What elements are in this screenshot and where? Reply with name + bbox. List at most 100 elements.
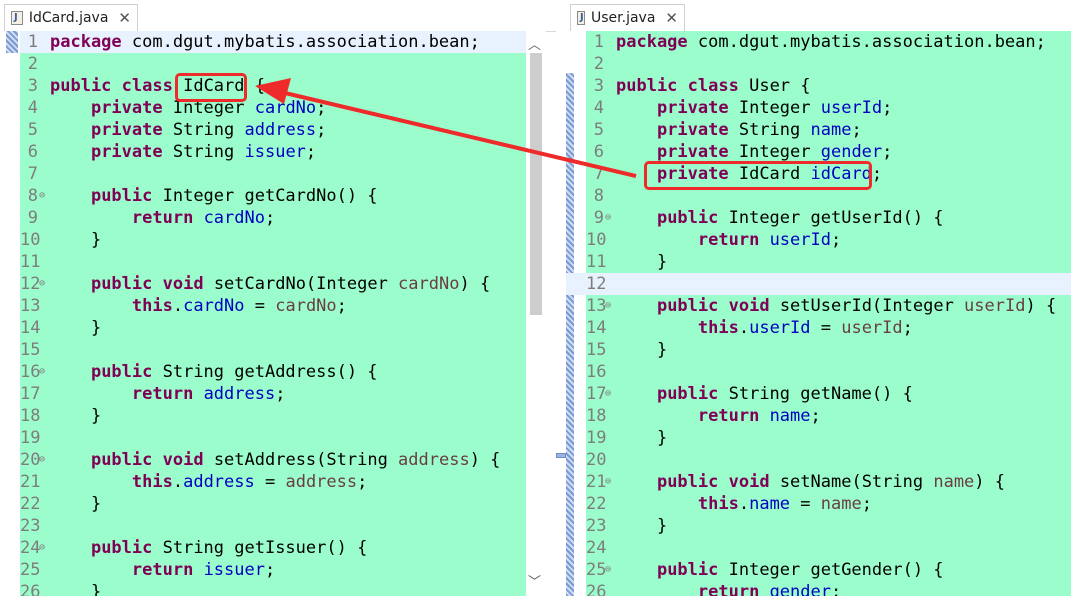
code-line[interactable]: 24 ⊖ public String getIssuer() {: [20, 537, 526, 559]
fold-collapse-icon[interactable]: ⊖: [605, 383, 611, 405]
code-line[interactable]: 16: [586, 361, 1071, 383]
code-token: =: [790, 494, 821, 514]
code-token: ;: [305, 142, 317, 162]
code-line[interactable]: 12: [566, 273, 1071, 295]
code-line[interactable]: 1 package com.dgut.mybatis.association.be…: [20, 31, 526, 53]
code-line[interactable]: 2: [20, 53, 526, 75]
code-line[interactable]: 14 this.userId = userId;: [586, 317, 1071, 339]
code-editor[interactable]: 1 package com.dgut.mybatis.association.be…: [0, 31, 526, 596]
code-token: ) {: [459, 274, 491, 294]
fold-collapse-icon[interactable]: ⊖: [605, 207, 611, 229]
code-line[interactable]: 6 private String issuer;: [20, 141, 526, 163]
code-line[interactable]: 4 private Integer userId;: [586, 97, 1071, 119]
code-token: issuer: [203, 560, 265, 580]
code-line[interactable]: 2: [586, 53, 1071, 75]
code-token: return: [131, 208, 194, 228]
scrollbar-thumb[interactable]: [530, 53, 542, 315]
scroll-down-icon[interactable]: ﹀: [528, 571, 541, 590]
fold-collapse-icon[interactable]: ⊖: [39, 273, 45, 295]
fold-collapse-icon[interactable]: ⊖: [605, 471, 611, 493]
code-line[interactable]: 9 return cardNo;: [20, 207, 526, 229]
fold-collapse-icon[interactable]: ⊖: [605, 295, 611, 317]
code-token: name: [810, 120, 852, 140]
vertical-scrollbar[interactable]: ︿ ﹀: [526, 31, 546, 596]
code-line[interactable]: 3 public class IdCard {: [20, 75, 526, 97]
code-line[interactable]: 21 ⊖ public void setName(String name) {: [586, 471, 1071, 493]
code-line[interactable]: 7: [20, 163, 526, 185]
code-line[interactable]: 26 }: [20, 581, 526, 596]
tab-user-java[interactable]: J User.java ✕: [570, 4, 685, 31]
code-line[interactable]: 14 }: [20, 317, 526, 339]
code-line[interactable]: 5 private String name;: [586, 119, 1071, 141]
fold-collapse-icon[interactable]: ⊖: [39, 361, 45, 383]
code-line[interactable]: 15: [20, 339, 526, 361]
code-line[interactable]: 26 return gender;: [586, 581, 1071, 596]
code-line[interactable]: 18 }: [20, 405, 526, 427]
code-line[interactable]: 16 ⊖ public String getAddress() {: [20, 361, 526, 383]
code-text: this.address = address;: [50, 471, 367, 493]
code-line[interactable]: 25 ⊖ public Integer getGender() {: [586, 559, 1071, 581]
line-number: 15: [586, 340, 607, 360]
code-line[interactable]: 20: [586, 449, 1071, 471]
code-text: }: [50, 317, 101, 339]
code-editor[interactable]: 1 package com.dgut.mybatis.association.be…: [566, 31, 1071, 596]
code-token: public: [90, 274, 153, 294]
code-line[interactable]: 20 ⊖ public void setAddress(String addres…: [20, 449, 526, 471]
code-line[interactable]: 1 package com.dgut.mybatis.association.be…: [586, 31, 1071, 53]
code-line[interactable]: 13 ⊖ public void setUserId(Integer userId…: [586, 295, 1071, 317]
code-line[interactable]: 10 return userId;: [586, 229, 1071, 251]
fold-collapse-icon[interactable]: ⊖: [605, 559, 611, 581]
code-line[interactable]: 5 private String address;: [20, 119, 526, 141]
code-line[interactable]: 3 public class User {: [586, 75, 1071, 97]
code-token: =: [254, 472, 286, 492]
close-icon[interactable]: ✕: [118, 9, 131, 27]
code-line[interactable]: 11: [20, 251, 526, 273]
code-token: class: [121, 76, 173, 96]
code-line[interactable]: 18 return name;: [586, 405, 1071, 427]
code-line[interactable]: 4 private Integer cardNo;: [20, 97, 526, 119]
fold-collapse-icon[interactable]: ⊖: [39, 185, 45, 207]
code-line[interactable]: 6 private Integer gender;: [586, 141, 1071, 163]
code-text: }: [50, 493, 101, 515]
code-line[interactable]: 11 }: [586, 251, 1071, 273]
scroll-up-icon[interactable]: ︿: [528, 34, 541, 53]
code-text: public class User {: [616, 75, 811, 97]
code-token: return: [697, 582, 760, 596]
code-token: .: [172, 472, 184, 492]
code-line[interactable]: 13 this.cardNo = cardNo;: [20, 295, 526, 317]
tab-idcard-java[interactable]: J IdCard.java ✕: [4, 4, 138, 31]
code-token: private: [90, 98, 163, 118]
code-line[interactable]: 23 }: [586, 515, 1071, 537]
fold-collapse-icon[interactable]: ⊖: [39, 449, 45, 471]
code-line[interactable]: 21 this.address = address;: [20, 471, 526, 493]
code-token: setName(String: [769, 472, 934, 492]
code-line[interactable]: 10 }: [20, 229, 526, 251]
code-token: private: [90, 142, 163, 162]
code-line[interactable]: 19 }: [586, 427, 1071, 449]
code-line[interactable]: 25 return issuer;: [20, 559, 526, 581]
code-line[interactable]: 8 ⊖ public Integer getCardNo() {: [20, 185, 526, 207]
code-token: }: [50, 318, 102, 338]
line-number: 21: [20, 472, 41, 492]
code-line[interactable]: 24: [586, 537, 1071, 559]
code-line[interactable]: 15 }: [586, 339, 1071, 361]
code-line[interactable]: 22 }: [20, 493, 526, 515]
code-line[interactable]: 17 return address;: [20, 383, 526, 405]
line-number: 16: [20, 362, 41, 382]
code-line[interactable]: 12 ⊖ public void setCardNo(Integer cardNo…: [20, 273, 526, 295]
close-icon[interactable]: ✕: [665, 9, 678, 27]
line-number: 11: [20, 252, 41, 272]
fold-collapse-icon[interactable]: ⊖: [39, 537, 45, 559]
code-line[interactable]: 9 ⊖ public Integer getUserId() {: [586, 207, 1071, 229]
code-line[interactable]: 23: [20, 515, 526, 537]
code-token: private: [656, 142, 729, 162]
code-line[interactable]: 17 ⊖ public String getName() {: [586, 383, 1071, 405]
code-line[interactable]: 22 this.name = name;: [586, 493, 1071, 515]
split-divider[interactable]: [556, 0, 566, 596]
code-line[interactable]: 19: [20, 427, 526, 449]
